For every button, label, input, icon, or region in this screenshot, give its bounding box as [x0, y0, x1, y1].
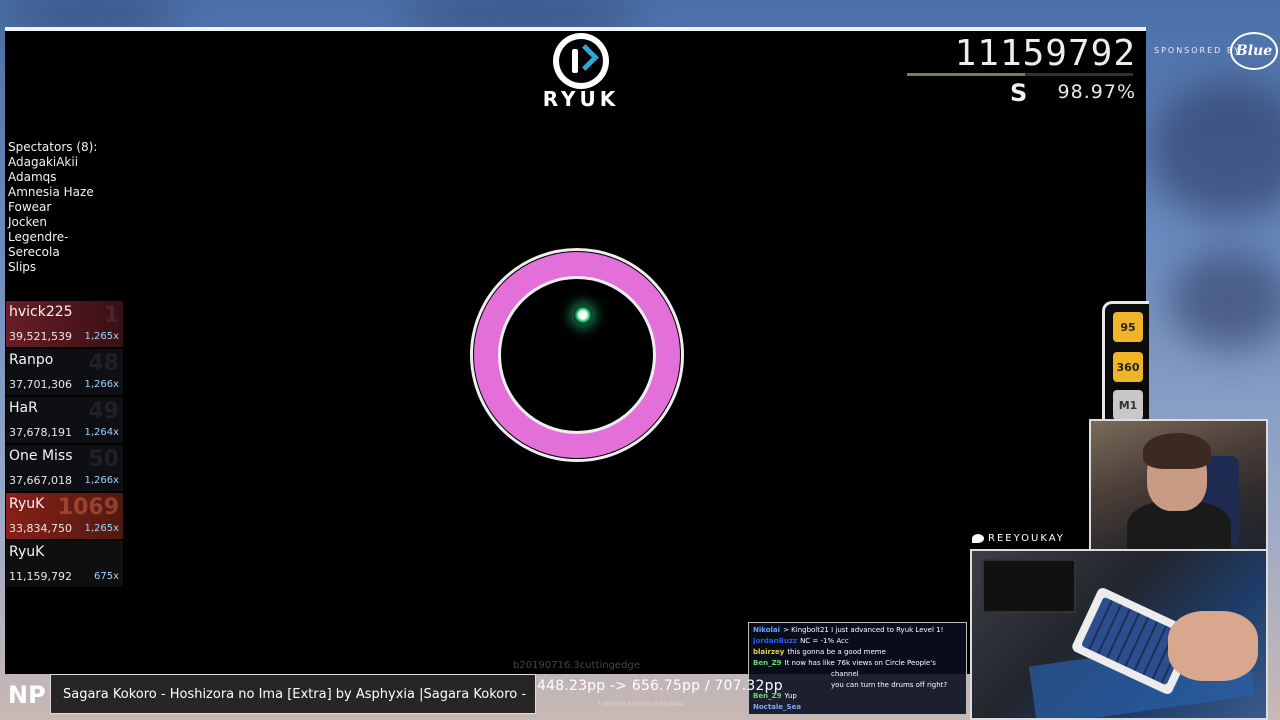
entry-name: hvick225	[9, 304, 73, 320]
score-progress-bar	[907, 73, 1133, 76]
webcam-face	[1089, 419, 1268, 554]
leaderboard-entry: 1069 RyuK 33,834,750 1,265x	[6, 493, 123, 539]
chat-message: Ben_Z9 Yup	[753, 691, 962, 702]
chat-message: channel	[753, 669, 962, 680]
cursor-icon	[574, 306, 592, 324]
leaderboard-entry: 49 HaR 37,678,191 1,264x	[6, 397, 123, 443]
chat-username: Nikolai	[753, 626, 781, 634]
entry-score: 33,834,750	[9, 522, 72, 535]
entry-rank: 1069	[57, 495, 119, 520]
blue-logo-icon: Blue	[1230, 32, 1278, 70]
chat-username: blairzey	[753, 648, 785, 656]
now-playing-text: Sagara Kokoro - Hoshizora no Ima [Extra]…	[63, 687, 527, 702]
twitter-icon	[972, 533, 984, 543]
rank-letter: S	[1010, 79, 1028, 107]
chat-text: > Kingbolt21 I just advanced to Ryuk Lev…	[783, 626, 944, 634]
spectator-name: Jocken	[8, 215, 47, 229]
chat-username: Noctale_Sea	[753, 703, 802, 711]
score-counter: 11159792	[954, 33, 1136, 74]
entry-rank: 49	[88, 399, 119, 424]
twitter-handle: REEYOUKAY	[972, 533, 1065, 544]
entry-combo: 1,265x	[84, 523, 119, 534]
spectator-name: Fowear	[8, 200, 52, 214]
entry-name: RyuK	[9, 544, 45, 560]
leaderboard-entry: 48 Ranpo 37,701,306 1,266x	[6, 349, 123, 395]
chat-text: this gonna be a good meme	[787, 648, 886, 656]
entry-name: RyuK	[9, 496, 45, 512]
spectator-name: Serecola	[8, 245, 60, 259]
chat-text: NC = -1% Acc	[800, 637, 849, 645]
entry-name: Ranpo	[9, 352, 54, 368]
chat-message: Nikolai > Kingbolt21 I just advanced to R…	[753, 625, 962, 636]
leaderboard-entry-current: RyuK 11,159,792 675x	[6, 541, 123, 587]
spectator-name: Amnesia Haze	[8, 185, 94, 199]
chat-message: Noctale_Sea	[753, 702, 962, 713]
entry-combo: 1,264x	[84, 427, 119, 438]
entry-combo: 675x	[93, 571, 119, 582]
twitter-handle-text: REEYOUKAY	[988, 533, 1065, 544]
spectators-title: Spectators (8):	[8, 140, 98, 154]
entry-rank: 48	[88, 351, 119, 376]
spectator-name: Legendre-	[8, 230, 69, 244]
entry-score: 39,521,539	[9, 330, 72, 343]
chat-message: blairzey this gonna be a good meme	[753, 647, 962, 658]
chat-text: channel	[831, 670, 859, 678]
hit-circle-ring	[474, 252, 680, 458]
now-playing-label: NP	[8, 681, 46, 709]
chat-text: It now has like 76k views on Circle Peop…	[784, 659, 936, 667]
entry-name: HaR	[9, 400, 38, 416]
leaderboard-entry: 1 hvick225 39,521,539 1,265x	[6, 301, 123, 347]
entry-rank: 1	[103, 303, 119, 328]
spectator-name: Adamqs	[8, 170, 57, 184]
entry-score: 37,701,306	[9, 378, 72, 391]
key-m1: M1	[1113, 390, 1143, 420]
spectators-list: Spectators (8): AdagakiAkii Adamqs Amnes…	[8, 140, 97, 275]
now-playing-box: Sagara Kokoro - Hoshizora no Ima [Extra]…	[50, 674, 536, 714]
chat-message: you can turn the drums off right?	[753, 680, 962, 691]
entry-score: 37,678,191	[9, 426, 72, 439]
sponsor-text: SPONSORED BY	[1154, 46, 1241, 55]
entry-combo: 1,266x	[84, 379, 119, 390]
chat-message: JordanBuzz NC = -1% Acc	[753, 636, 962, 647]
spectator-name: AdagakiAkii	[8, 155, 79, 169]
chat-username: JordanBuzz	[753, 637, 798, 645]
key-k1: 95	[1113, 312, 1143, 342]
entry-name: One Miss	[9, 448, 73, 464]
entry-score: 37,667,018	[9, 474, 72, 487]
webcam-hands	[970, 549, 1268, 720]
chat-text: you can turn the drums off right?	[831, 681, 948, 689]
blue-logo-text: Blue	[1235, 43, 1273, 59]
chat-panel: Nikolai > Kingbolt21 I just advanced to R…	[748, 622, 967, 715]
accuracy-display: 98.97%	[1057, 81, 1136, 103]
entry-rank: 50	[88, 447, 119, 472]
entry-combo: 1,265x	[84, 331, 119, 342]
chat-text: Yup	[784, 692, 797, 700]
spectator-name: Slips	[8, 260, 37, 274]
brand-title: RYUK	[542, 87, 620, 111]
leaderboard: 1 hvick225 39,521,539 1,265x 48 Ranpo 37…	[6, 301, 123, 589]
ryuk-logo-icon	[553, 33, 609, 89]
key-overlay: 95 360 M1	[1102, 301, 1149, 429]
chat-message: Ben_Z9 It now has like 76k views on Circl…	[753, 658, 962, 669]
entry-combo: 1,266x	[84, 475, 119, 486]
chat-username: Ben_Z9	[753, 659, 782, 667]
entry-score: 11,159,792	[9, 570, 72, 583]
hit-circle-core	[498, 276, 656, 434]
pp-sub-stats: 7.00x100 0.00x50 0.00xMiss	[597, 701, 684, 708]
key-k2: 360	[1113, 352, 1143, 382]
leaderboard-entry: 50 One Miss 37,667,018 1,266x	[6, 445, 123, 491]
pp-display: 448.23pp -> 656.75pp / 707.32pp	[537, 678, 783, 694]
build-version: b20190716.3cuttingedge	[513, 660, 640, 671]
hit-circle[interactable]	[470, 248, 684, 462]
